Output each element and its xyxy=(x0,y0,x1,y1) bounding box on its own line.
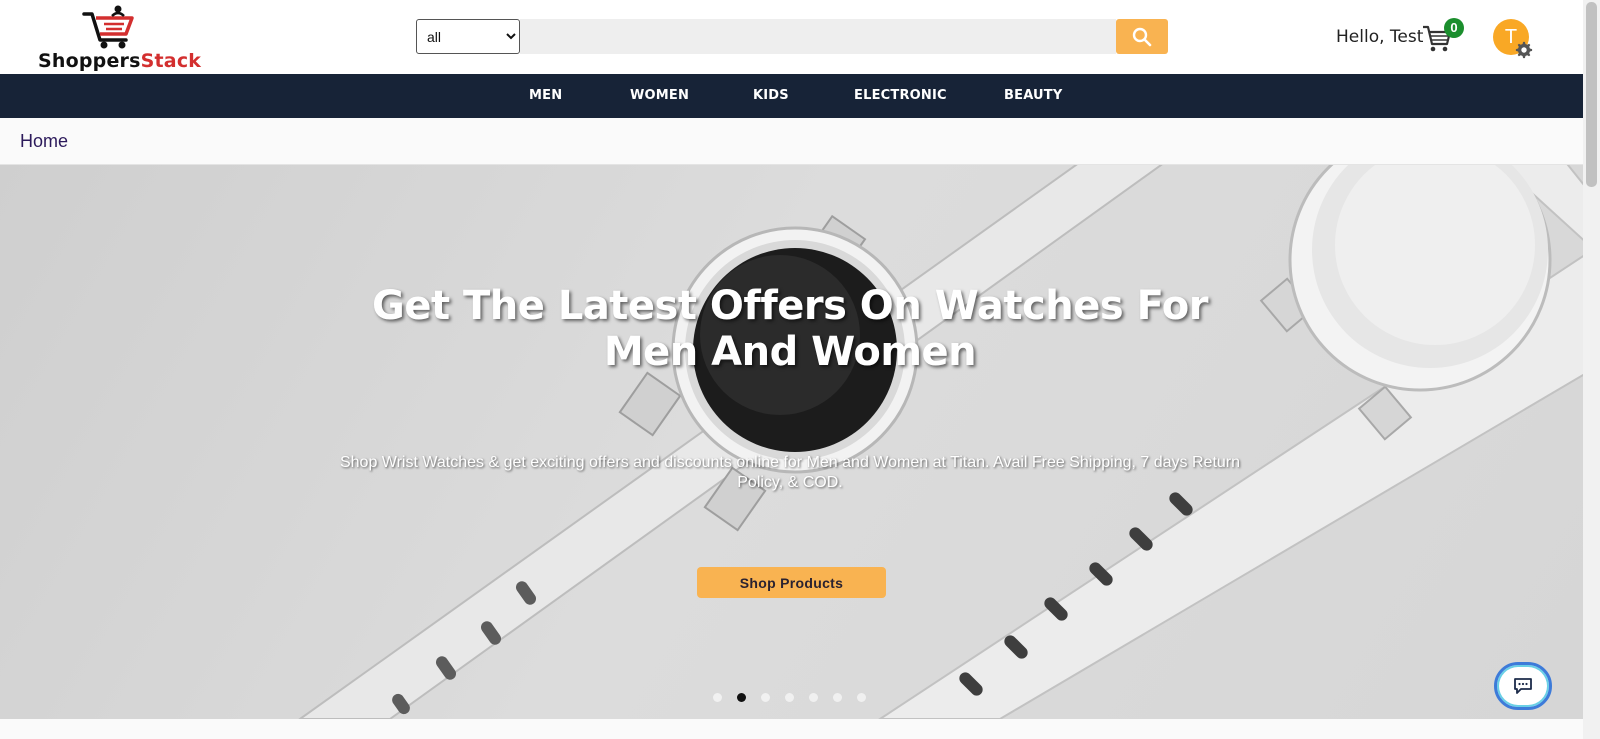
nav-item-beauty[interactable]: BEAUTY xyxy=(1004,74,1063,118)
page-scrollbar[interactable] xyxy=(1583,0,1600,739)
logo[interactable]: ShoppersStack xyxy=(38,4,201,72)
logo-text-part2: Stack xyxy=(140,50,202,72)
hero-subtitle: Shop Wrist Watches & get exciting offers… xyxy=(339,454,1241,491)
nav-item-kids[interactable]: KIDS xyxy=(753,74,789,118)
gear-icon[interactable] xyxy=(1515,41,1533,59)
search-button[interactable] xyxy=(1116,19,1168,54)
search-icon xyxy=(1132,27,1152,46)
hero-watch-image xyxy=(298,165,1583,719)
cart-button[interactable]: 0 xyxy=(1422,18,1464,54)
user-greeting: Hello, Test xyxy=(1336,27,1424,47)
logo-text: ShoppersStack xyxy=(38,50,201,72)
chat-button[interactable] xyxy=(1494,662,1552,710)
main-content: ShoppersStack all Hello, Test 0 T MEN WO… xyxy=(0,0,1583,739)
header: ShoppersStack all Hello, Test 0 T xyxy=(0,0,1583,74)
carousel-dot[interactable] xyxy=(785,693,794,702)
search-input[interactable] xyxy=(520,19,1116,54)
carousel-dot[interactable] xyxy=(833,693,842,702)
logo-text-part1: Shoppers xyxy=(38,50,141,72)
scrollbar-thumb[interactable] xyxy=(1586,2,1597,187)
hero-banner: Get The Latest Offers On Watches For Men… xyxy=(0,165,1583,719)
page: ShoppersStack all Hello, Test 0 T MEN WO… xyxy=(0,0,1600,739)
nav-item-men[interactable]: MEN xyxy=(529,74,562,118)
nav-item-women[interactable]: WOMEN xyxy=(630,74,689,118)
page-bottom-strip xyxy=(0,719,1583,739)
search-bar: all xyxy=(416,19,1168,54)
category-nav: MEN WOMEN KIDS ELECTRONIC BEAUTY xyxy=(0,74,1583,118)
category-select[interactable]: all xyxy=(416,19,520,54)
chat-icon xyxy=(1514,678,1532,694)
carousel-dot[interactable] xyxy=(761,693,770,702)
carousel-dot[interactable] xyxy=(809,693,818,702)
shop-products-button[interactable]: Shop Products xyxy=(697,567,886,598)
breadcrumb-bar: Home xyxy=(0,118,1583,165)
cart-count-badge: 0 xyxy=(1444,18,1464,38)
carousel-dot[interactable] xyxy=(857,693,866,702)
breadcrumb-home[interactable]: Home xyxy=(20,131,68,152)
carousel-dot[interactable] xyxy=(713,693,722,702)
carousel-dot[interactable] xyxy=(737,693,746,702)
logo-cart-icon xyxy=(82,5,134,49)
nav-item-electronic[interactable]: ELECTRONIC xyxy=(854,74,947,118)
hero-title: Get The Latest Offers On Watches For Men… xyxy=(372,283,1208,375)
